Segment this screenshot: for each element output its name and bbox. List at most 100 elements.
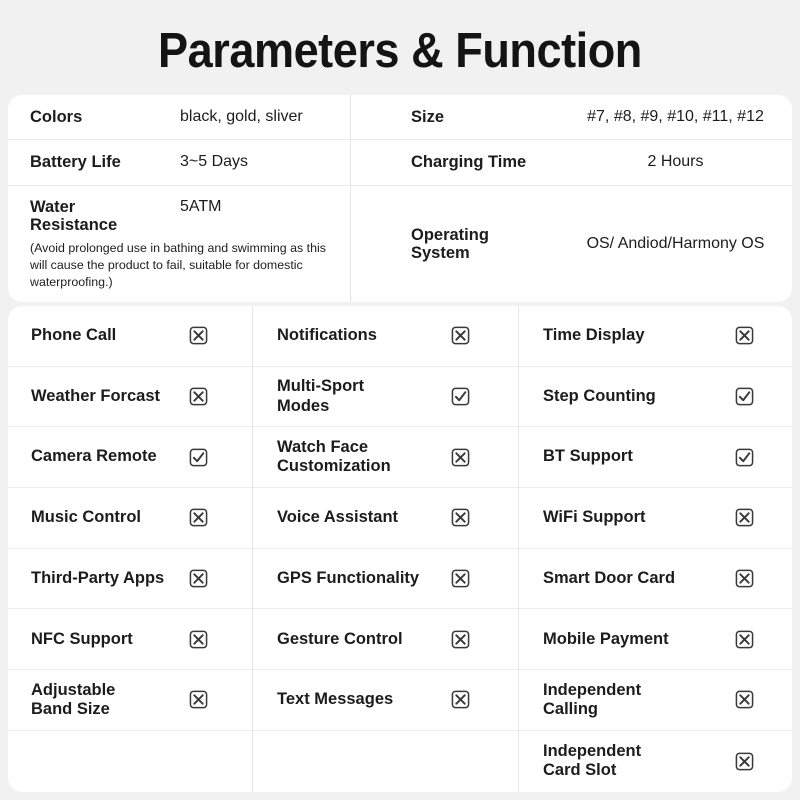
feature-label: Notifications	[277, 326, 377, 345]
feature-label: Music Control	[31, 508, 141, 527]
spec-row-battery-life: Battery Life 3~5 Days	[8, 140, 350, 186]
spec-label-line2: System	[411, 244, 470, 262]
spec-label-line1: Operating	[411, 225, 489, 244]
x-box-icon[interactable]	[735, 508, 754, 527]
feature-label: Gesture Control	[277, 629, 403, 648]
page-title: Parameters & Function	[158, 23, 642, 78]
feature-row[interactable]: Gesture Control	[253, 609, 518, 671]
feature-row[interactable]: GPS Functionality	[253, 549, 518, 610]
x-box-icon[interactable]	[735, 690, 754, 709]
x-box-icon[interactable]	[189, 690, 208, 709]
feature-label: Mobile Payment	[543, 629, 669, 648]
x-box-icon[interactable]	[451, 630, 470, 649]
spec-label: Charging Time	[411, 153, 527, 172]
feature-row-empty	[253, 731, 518, 792]
specification-card: Colors black, gold, sliver Battery Life …	[8, 95, 792, 302]
feature-label: Adjustable Band Size	[31, 681, 189, 720]
spec-label-line2: Resistance	[30, 216, 118, 235]
x-box-icon[interactable]	[451, 508, 470, 527]
x-box-icon[interactable]	[735, 569, 754, 588]
feature-row[interactable]: BT Support	[519, 427, 792, 489]
x-box-icon[interactable]	[451, 326, 470, 345]
spec-row-water-resistance: Water Resistance 5ATM (Avoid prolonged u…	[8, 186, 350, 302]
feature-row[interactable]: Camera Remote	[8, 427, 252, 489]
spec-value: 5ATM	[180, 198, 222, 215]
feature-label-line2: Customization	[277, 457, 391, 476]
feature-label: Multi-Sport Modes	[277, 377, 451, 416]
feature-label: Watch Face Customization	[277, 438, 451, 477]
feature-row[interactable]: Mobile Payment	[519, 609, 792, 671]
x-box-icon[interactable]	[189, 387, 208, 406]
feature-row[interactable]: NFC Support	[8, 609, 252, 671]
spec-column-left: Colors black, gold, sliver Battery Life …	[8, 95, 350, 302]
feature-row[interactable]: Multi-Sport Modes	[253, 367, 518, 428]
feature-label: Independent Card Slot	[543, 742, 735, 781]
feature-label: Smart Door Card	[543, 568, 676, 587]
x-box-icon[interactable]	[451, 448, 470, 467]
feature-row[interactable]: Music Control	[8, 488, 252, 549]
spec-label-line1: Water	[30, 198, 76, 216]
feature-row[interactable]: Step Counting	[519, 367, 792, 428]
check-box-icon[interactable]	[451, 387, 470, 406]
spec-value: OS/ Andiod/Harmony OS	[586, 234, 765, 252]
feature-row[interactable]: Watch Face Customization	[253, 427, 518, 489]
feature-label-line1: Watch Face	[277, 437, 369, 456]
water-resistance-note: (Avoid prolonged use in bathing and swim…	[30, 240, 326, 290]
x-box-icon[interactable]	[189, 326, 208, 345]
feature-column-2: Notifications Multi-Sport Modes Watch Face C…	[252, 306, 518, 792]
feature-row[interactable]: Time Display	[519, 306, 792, 367]
spec-label: Operating System	[411, 226, 563, 263]
feature-label: BT Support	[543, 447, 633, 466]
page-header: Parameters & Function	[0, 0, 800, 95]
spec-label: Water Resistance	[30, 198, 180, 235]
spec-value: #7, #8, #9, #10, #11, #12	[587, 107, 764, 125]
feature-label-line1: Independent	[543, 741, 642, 760]
check-box-icon[interactable]	[735, 448, 754, 467]
product-spec-page: Parameters & Function Colors black, gold…	[0, 0, 800, 800]
feature-row[interactable]: Voice Assistant	[253, 488, 518, 549]
feature-row[interactable]: Phone Call	[8, 306, 252, 367]
feature-label-line2: Calling	[543, 699, 599, 718]
spec-label: Size	[411, 107, 445, 126]
x-box-icon[interactable]	[735, 326, 754, 345]
feature-label: Phone Call	[31, 326, 117, 345]
feature-row[interactable]: Weather Forcast	[8, 367, 252, 428]
x-box-icon[interactable]	[735, 630, 754, 649]
feature-row[interactable]: Smart Door Card	[519, 549, 792, 610]
feature-label: Time Display	[543, 326, 645, 345]
spec-label: Colors	[30, 107, 83, 126]
check-box-icon[interactable]	[735, 387, 754, 406]
x-box-icon[interactable]	[189, 569, 208, 588]
feature-row[interactable]: Third-Party Apps	[8, 549, 252, 610]
feature-label: Independent Calling	[543, 681, 735, 720]
feature-label: Camera Remote	[31, 447, 157, 466]
feature-label: Weather Forcast	[31, 386, 160, 405]
spec-row-charging-time: Charging Time 2 Hours	[351, 140, 792, 186]
feature-row[interactable]: Text Messages	[253, 670, 518, 731]
feature-column-1: Phone Call Weather Forcast Camera Remote Mu…	[8, 306, 252, 792]
check-box-icon[interactable]	[189, 448, 208, 467]
feature-row[interactable]: Adjustable Band Size	[8, 670, 252, 731]
x-box-icon[interactable]	[735, 752, 754, 771]
x-box-icon[interactable]	[189, 508, 208, 527]
feature-label: GPS Functionality	[277, 568, 420, 587]
spec-row-operating-system: Operating System OS/ Andiod/Harmony OS	[351, 186, 792, 302]
x-box-icon[interactable]	[451, 690, 470, 709]
spec-value: 2 Hours	[647, 153, 704, 171]
feature-row[interactable]: Independent Card Slot	[519, 731, 792, 792]
spec-label: Battery Life	[30, 153, 121, 172]
x-box-icon[interactable]	[189, 630, 208, 649]
feature-label-line2: Modes	[277, 396, 330, 415]
spec-row-size: Size #7, #8, #9, #10, #11, #12	[351, 95, 792, 140]
feature-label: WiFi Support	[543, 508, 646, 527]
feature-label: Step Counting	[543, 386, 656, 405]
feature-label-line2: Card Slot	[543, 761, 617, 780]
feature-row[interactable]: WiFi Support	[519, 488, 792, 549]
spec-value: 3~5 Days	[180, 153, 249, 171]
feature-label: Text Messages	[277, 690, 394, 709]
feature-label-line2: Band Size	[31, 699, 110, 718]
feature-column-3: Time Display Step Counting BT Support WiFi …	[518, 306, 792, 792]
x-box-icon[interactable]	[451, 569, 470, 588]
feature-row[interactable]: Independent Calling	[519, 670, 792, 731]
feature-row[interactable]: Notifications	[253, 306, 518, 367]
